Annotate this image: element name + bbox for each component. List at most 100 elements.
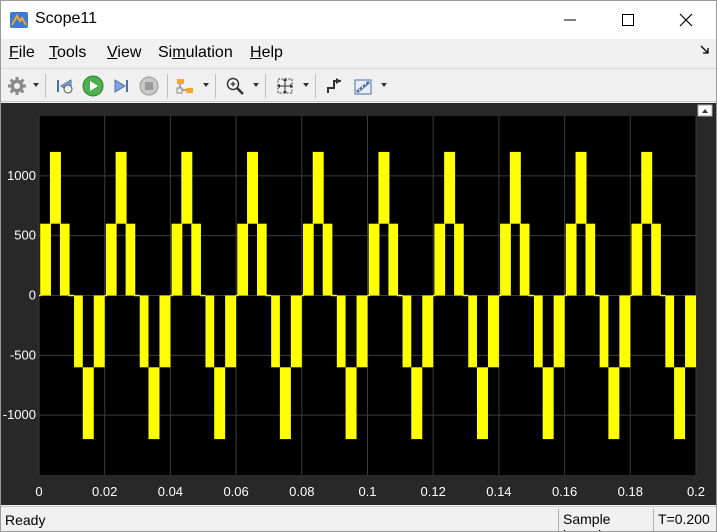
signal-band	[115, 151, 127, 224]
signal-band	[599, 295, 609, 368]
signal-band	[304, 223, 313, 296]
step-forward-button[interactable]	[109, 74, 133, 98]
signal-band	[159, 295, 171, 368]
signal-band	[652, 223, 660, 296]
signal-band	[455, 223, 463, 296]
close-icon	[679, 13, 693, 27]
signal-band	[238, 223, 248, 296]
menu-file[interactable]: File	[9, 44, 35, 62]
signal-band	[205, 295, 215, 368]
signal-band	[411, 367, 423, 440]
highlight-button[interactable]	[173, 74, 197, 98]
x-tick-label: 0.1	[358, 484, 376, 499]
signal-band	[520, 223, 529, 296]
zoom-dropdown-icon[interactable]	[253, 83, 259, 87]
menu-tools[interactable]: Tools	[49, 44, 86, 62]
signal-band	[632, 223, 642, 296]
panel-maximize-button[interactable]	[697, 104, 713, 117]
toolbar-separator	[265, 74, 266, 98]
signal-band	[369, 223, 379, 296]
menu-bar: File Tools View Simulation Help	[1, 39, 716, 67]
signal-band	[566, 223, 576, 296]
x-tick-label: 0.06	[223, 484, 248, 499]
minimize-icon	[564, 19, 576, 21]
maximize-button[interactable]	[599, 1, 657, 39]
toolbar-separator	[315, 74, 316, 98]
signal-band	[279, 367, 291, 440]
x-tick-label: 0.08	[289, 484, 314, 499]
scope-app-icon	[10, 12, 28, 28]
signal-band	[533, 295, 543, 368]
signal-band	[247, 151, 259, 224]
x-tick-label: 0.2	[687, 484, 705, 499]
signal-band	[172, 223, 182, 296]
fit-view-dropdown-icon[interactable]	[303, 83, 309, 87]
highlight-icon	[176, 79, 193, 94]
menu-help[interactable]: Help	[250, 44, 283, 62]
settings-dropdown-icon[interactable]	[33, 83, 39, 87]
signal-band	[444, 151, 456, 224]
toolbar	[1, 68, 716, 102]
x-tick-label: 0.18	[618, 484, 643, 499]
highlight-dropdown-icon[interactable]	[203, 83, 209, 87]
x-tick-label: 0	[35, 484, 42, 499]
signal-band	[685, 295, 696, 368]
signal-band	[49, 151, 61, 224]
signal-band	[214, 367, 226, 440]
signal-band	[674, 367, 686, 440]
menu-simulation[interactable]: Simulation	[158, 44, 233, 62]
signal-band	[312, 151, 324, 224]
triggers-button[interactable]	[323, 74, 347, 98]
scope-plot[interactable]: 0 0.02 0.04 0.06 0.08 0.1 0.12 0.14 0.16 0.18 0.2 1…	[1, 103, 716, 505]
triggers-icon	[327, 78, 341, 93]
step-back-button[interactable]	[53, 74, 77, 98]
fit-view-icon	[277, 78, 293, 94]
signal-band	[619, 295, 631, 368]
step-back-icon	[57, 79, 73, 94]
y-tick-label: 0	[29, 288, 36, 303]
settings-icon	[8, 77, 26, 95]
close-button[interactable]	[657, 1, 715, 39]
measurements-icon	[354, 79, 372, 95]
step-forward-icon	[114, 79, 128, 93]
signal-band	[542, 367, 554, 440]
measurements-dropdown-icon[interactable]	[381, 83, 387, 87]
signal-band	[41, 223, 50, 296]
signal-band	[468, 295, 477, 368]
sample-mode-indicator: Sample based	[558, 509, 651, 531]
settings-button[interactable]	[5, 74, 29, 98]
y-tick-label: -500	[10, 347, 36, 362]
signal-band	[323, 223, 332, 296]
x-tick-label: 0.14	[486, 484, 511, 499]
stop-button[interactable]	[137, 74, 161, 98]
plot-panel: 0 0.02 0.04 0.06 0.08 0.1 0.12 0.14 0.16 0.18 0.2 1…	[1, 103, 716, 505]
signal-band	[422, 295, 434, 368]
x-tick-label: 0.02	[92, 484, 117, 499]
measurements-button[interactable]	[351, 74, 375, 98]
signal-band	[586, 223, 595, 296]
signal-band	[501, 223, 510, 296]
minimize-button[interactable]	[541, 1, 599, 39]
stop-icon	[139, 76, 159, 96]
undock-arrow-icon[interactable]	[700, 45, 710, 55]
signal-band	[60, 223, 69, 296]
window-title: Scope11	[35, 10, 97, 27]
zoom-icon	[226, 77, 244, 95]
run-button[interactable]	[81, 74, 105, 98]
signal-band	[181, 151, 193, 224]
signal-band	[290, 295, 302, 368]
toolbar-separator	[45, 74, 46, 98]
signal-band	[336, 295, 346, 368]
signal-band	[225, 295, 237, 368]
signal-band	[148, 367, 160, 440]
signal-band	[509, 151, 521, 224]
signal-band	[192, 223, 200, 296]
fit-view-button[interactable]	[273, 74, 297, 98]
signal-band	[608, 367, 620, 440]
signal-band	[345, 367, 357, 440]
signal-band	[641, 151, 653, 224]
menu-view[interactable]: View	[107, 44, 141, 62]
zoom-button[interactable]	[223, 74, 247, 98]
signal-band	[258, 223, 266, 296]
signal-band	[93, 295, 105, 368]
